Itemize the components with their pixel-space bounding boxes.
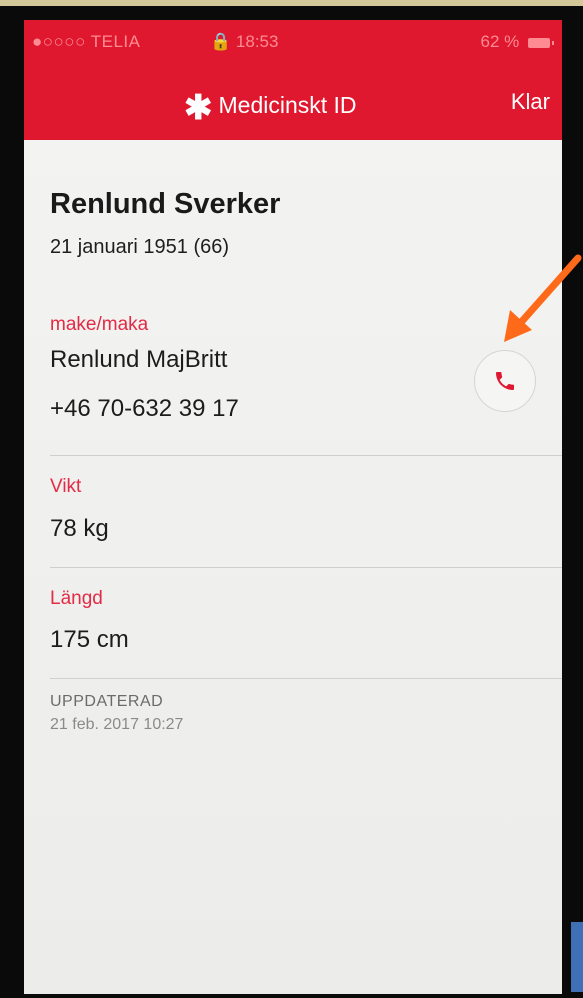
nav-title: ✱ Medicinskt ID (184, 88, 357, 128)
annotation-arrow-icon (504, 254, 582, 342)
divider (50, 455, 562, 456)
battery-percent: 62 % (480, 32, 520, 51)
divider (50, 678, 562, 679)
nav-bar: ✱ Medicinskt ID Klar (24, 60, 562, 140)
carrier-signal: ●○○○○ TELIA (32, 32, 141, 51)
contact-name: Renlund MajBritt (50, 346, 228, 373)
updated-label: UPPDATERAD (50, 693, 164, 710)
phone-icon (496, 372, 514, 390)
screen: ●○○○○ TELIA 🔒 18:53 62 % ✱ Medicinskt ID … (24, 20, 562, 994)
updated-value: 21 feb. 2017 10:27 (50, 716, 184, 733)
phone-frame: ●○○○○ TELIA 🔒 18:53 62 % ✱ Medicinskt ID … (0, 6, 583, 998)
battery-status: 62 % (480, 32, 554, 52)
asterisk-icon: ✱ (184, 89, 213, 127)
profile-name: Renlund Sverker (50, 188, 281, 220)
status-time: 🔒 18:53 (210, 32, 278, 52)
lock-icon: 🔒 (210, 32, 232, 51)
corner-mark (571, 922, 583, 992)
weight-value: 78 kg (50, 515, 109, 542)
battery-icon (528, 37, 554, 48)
birth-date: 21 januari 1951 (66) (50, 236, 230, 258)
contact-phone[interactable]: +46 70-632 39 17 (50, 395, 239, 423)
height-label: Längd (50, 588, 103, 609)
time-text: 18:53 (235, 32, 279, 51)
call-button[interactable] (474, 350, 536, 412)
medical-id-content: Renlund Sverker 21 januari 1951 (66) mak… (24, 140, 562, 994)
relation-label: make/maka (50, 314, 149, 335)
height-value: 175 cm (50, 626, 129, 653)
done-button[interactable]: Klar (511, 89, 550, 115)
weight-label: Vikt (50, 476, 82, 497)
nav-title-text: Medicinskt ID (218, 92, 357, 118)
status-bar: ●○○○○ TELIA 🔒 18:53 62 % (24, 20, 562, 60)
divider (50, 567, 562, 568)
